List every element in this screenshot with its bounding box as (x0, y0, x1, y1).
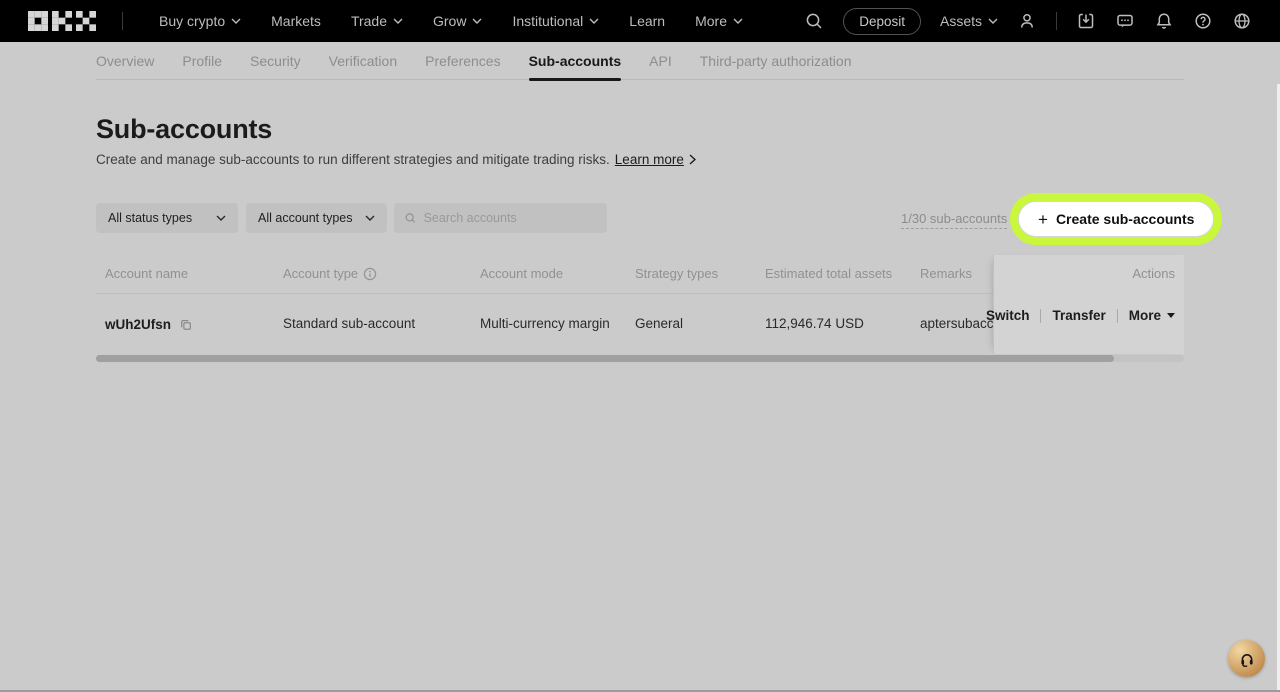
chevron-down-icon (216, 215, 226, 221)
switch-action[interactable]: Switch (986, 308, 1030, 323)
download-app-icon[interactable] (1076, 11, 1096, 31)
plus-icon: + (1038, 211, 1048, 228)
table-row-account-name: wUh2Ufsn (105, 316, 194, 333)
assets-menu[interactable]: Assets (940, 13, 998, 29)
tab-api[interactable]: API (649, 42, 672, 80)
search-accounts-box (394, 203, 607, 233)
chevron-down-icon (733, 18, 743, 24)
learn-more-link[interactable]: Learn more (615, 152, 684, 167)
account-settings-page: Overview Profile Security Verification P… (0, 42, 1280, 690)
user-profile-icon[interactable] (1017, 11, 1037, 31)
transfer-action[interactable]: Transfer (1052, 308, 1105, 323)
nav-item-label: Institutional (512, 13, 583, 29)
page-description: Create and manage sub-accounts to run di… (96, 152, 696, 167)
tab-overview[interactable]: Overview (96, 42, 154, 80)
status-type-filter[interactable]: All status types (96, 203, 238, 233)
tab-verification[interactable]: Verification (329, 42, 397, 80)
page-title: Sub-accounts (96, 114, 272, 145)
horizontal-scrollbar-track[interactable] (96, 355, 1184, 362)
more-action[interactable]: More (1129, 308, 1175, 323)
tab-security[interactable]: Security (250, 42, 301, 80)
chevron-down-icon (393, 18, 403, 24)
assets-label: Assets (940, 13, 982, 29)
caret-down-icon (1167, 313, 1175, 318)
create-sub-accounts-button[interactable]: + Create sub-accounts (1018, 201, 1214, 237)
row-actions: Switch Transfer More (986, 308, 1175, 323)
chevron-down-icon (988, 18, 998, 24)
tab-profile[interactable]: Profile (182, 42, 222, 80)
table-row-strategy-types: General (635, 316, 683, 331)
nav-item-markets[interactable]: Markets (271, 13, 321, 29)
chevron-right-icon (689, 154, 696, 165)
tab-preferences[interactable]: Preferences (425, 42, 500, 80)
help-icon[interactable] (1193, 11, 1213, 31)
table-row-estimated-total-assets: 112,946.74 USD (765, 316, 864, 331)
account-filter-value: All account types (258, 211, 353, 225)
status-filter-value: All status types (108, 211, 192, 225)
info-icon[interactable] (363, 267, 377, 281)
chevron-down-icon (472, 18, 482, 24)
copy-icon[interactable] (177, 316, 194, 333)
nav-item-label: Buy crypto (159, 13, 225, 29)
tab-third-party-authorization[interactable]: Third-party authorization (700, 42, 852, 80)
language-globe-icon[interactable] (1232, 11, 1252, 31)
search-icon[interactable] (804, 11, 824, 31)
nav-item-trade[interactable]: Trade (351, 13, 403, 29)
col-header-estimated-total-assets: Estimated total assets (765, 266, 892, 281)
tab-sub-accounts[interactable]: Sub-accounts (529, 42, 622, 80)
table-row-account-type: Standard sub-account (283, 316, 415, 331)
horizontal-scrollbar-thumb[interactable] (96, 355, 1114, 362)
main-nav: Buy crypto Markets Trade Grow Institutio… (159, 13, 743, 29)
chevron-down-icon (231, 18, 241, 24)
nav-item-more[interactable]: More (695, 13, 743, 29)
col-header-actions: Actions (1132, 266, 1175, 281)
account-type-filter[interactable]: All account types (246, 203, 387, 233)
support-chat-button[interactable] (1228, 640, 1265, 677)
nav-item-label: Grow (433, 13, 466, 29)
table-row-account-mode: Multi-currency margin (480, 316, 610, 331)
col-header-account-mode: Account mode (480, 266, 563, 281)
create-button-label: Create sub-accounts (1056, 211, 1194, 227)
col-header-strategy-types: Strategy types (635, 266, 718, 281)
nav-item-buy-crypto[interactable]: Buy crypto (159, 13, 241, 29)
description-text: Create and manage sub-accounts to run di… (96, 152, 610, 167)
nav-item-grow[interactable]: Grow (433, 13, 482, 29)
col-header-account-name: Account name (105, 266, 188, 281)
table-row-remarks: aptersubacco (920, 316, 995, 331)
navbar-right: Deposit Assets (804, 8, 1252, 35)
chevron-down-icon (365, 215, 375, 221)
account-tabs: Overview Profile Security Verification P… (96, 42, 1184, 80)
action-divider (1117, 309, 1118, 323)
nav-item-label: Learn (629, 13, 665, 29)
chat-icon[interactable] (1115, 11, 1135, 31)
actions-sticky-column: Actions Switch Transfer More (993, 255, 1184, 354)
nav-item-label: More (695, 13, 727, 29)
search-accounts-input[interactable] (424, 211, 597, 225)
okx-logo[interactable] (28, 11, 96, 31)
nav-item-label: Trade (351, 13, 387, 29)
col-header-remarks: Remarks (920, 266, 972, 281)
sub-accounts-count[interactable]: 1/30 sub-accounts (901, 211, 1007, 229)
nav-item-label: Markets (271, 13, 321, 29)
nav-item-institutional[interactable]: Institutional (512, 13, 599, 29)
account-name-value: wUh2Ufsn (105, 317, 171, 332)
chevron-down-icon (589, 18, 599, 24)
more-action-label: More (1129, 308, 1161, 323)
col-header-account-type: Account type (283, 266, 377, 281)
highlight-ring: + Create sub-accounts (1010, 193, 1222, 245)
col-header-label: Account type (283, 266, 358, 281)
search-icon (404, 211, 417, 225)
notifications-bell-icon[interactable] (1154, 11, 1174, 31)
nav-item-learn[interactable]: Learn (629, 13, 665, 29)
navbar-divider (122, 12, 123, 30)
top-navbar: Buy crypto Markets Trade Grow Institutio… (0, 0, 1280, 42)
navbar-divider (1056, 12, 1057, 30)
deposit-button[interactable]: Deposit (843, 8, 921, 35)
headset-icon (1237, 649, 1257, 669)
action-divider (1040, 309, 1041, 323)
